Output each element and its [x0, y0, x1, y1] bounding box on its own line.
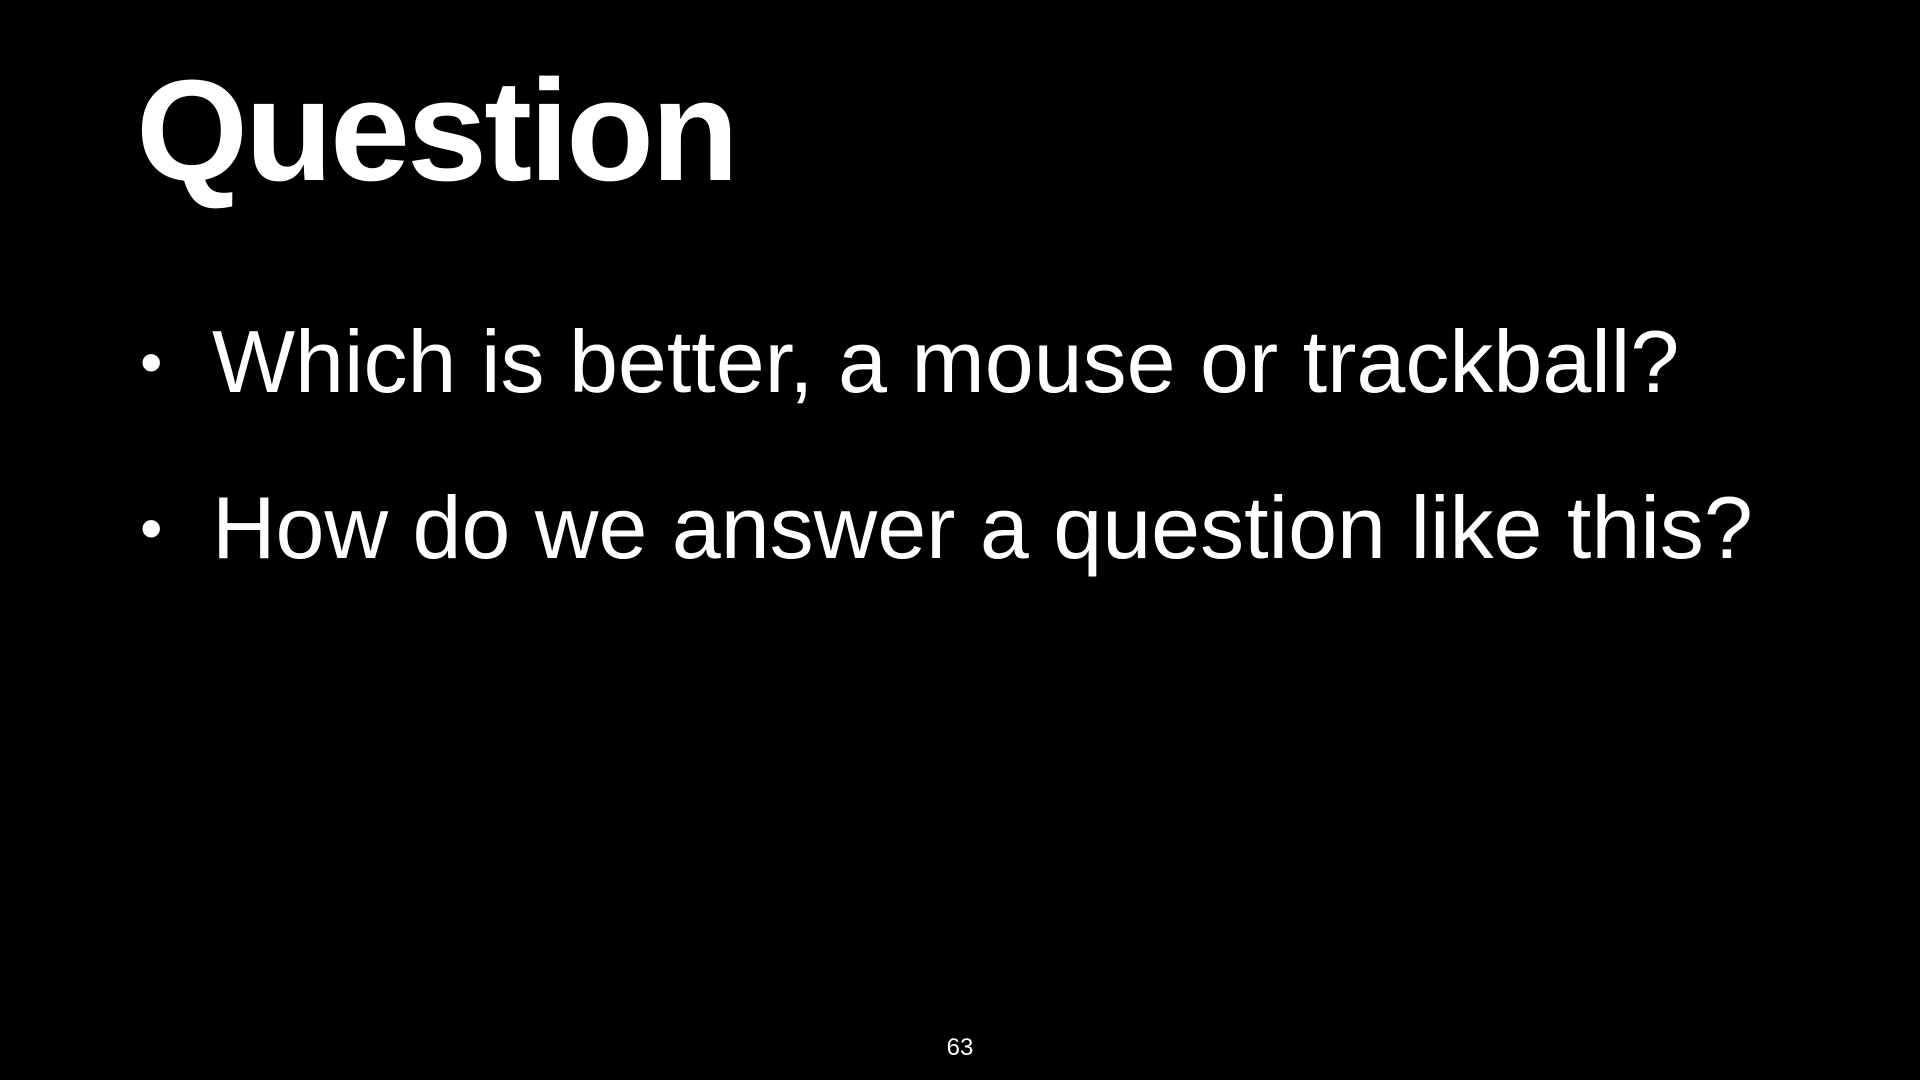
bullet-text-1: Which is better, a mouse or trackball?: [212, 312, 1680, 411]
slide: Question • Which is better, a mouse or t…: [0, 0, 1920, 1080]
bullet-icon: •: [140, 492, 163, 564]
slide-title: Question: [136, 50, 739, 211]
bullet-item-1: • Which is better, a mouse or trackball?: [136, 308, 1776, 416]
bullet-text-2: How do we answer a question like this?: [212, 478, 1753, 577]
bullet-icon: •: [140, 326, 163, 398]
bullet-list: • Which is better, a mouse or trackball?…: [136, 308, 1776, 640]
page-number: 63: [946, 1034, 974, 1061]
bullet-item-2: • How do we answer a question like this?: [136, 474, 1776, 582]
